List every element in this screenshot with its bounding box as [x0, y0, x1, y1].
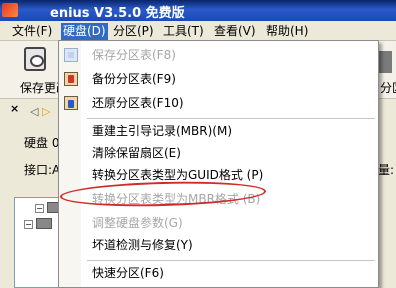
menu-item-bad-sector-check[interactable]: 坏道检测与修复(Y): [59, 233, 378, 257]
menu-item-clear-reserved-sectors[interactable]: 清除保留扇区(E): [59, 141, 378, 165]
menu-help[interactable]: 帮助(H): [264, 23, 310, 40]
disk-icon: [36, 218, 52, 229]
menu-item-label: 还原分区表(F10): [92, 96, 184, 110]
menu-disk[interactable]: 硬盘(D): [61, 23, 108, 40]
menu-item-quick-partition[interactable]: 快速分区(F6): [59, 261, 378, 285]
nav-forward-icon[interactable]: ▷: [42, 105, 50, 118]
save-changes-button[interactable]: 保存更改: [0, 45, 68, 95]
partition-toolbar-label: 分区: [380, 81, 396, 95]
nav-arrows[interactable]: ◁ ▷: [30, 105, 50, 118]
menu-item-rebuild-mbr[interactable]: 重建主引导记录(MBR)(M): [59, 119, 378, 143]
close-icon[interactable]: ×: [10, 102, 19, 115]
menu-item-save-partition-table[interactable]: 保存分区表(F8): [59, 43, 378, 67]
menu-item-label: 调整硬盘参数(G): [92, 216, 183, 230]
disk-menu-dropdown: 保存分区表(F8) 备份分区表(F9) 还原分区表(F10) 重建主引导记录(M…: [58, 40, 379, 288]
port-label: 接口:A: [24, 163, 61, 177]
menu-item-label: 重建主引导记录(MBR)(M): [92, 124, 233, 138]
menu-item-adjust-disk-params[interactable]: 调整硬盘参数(G): [59, 211, 378, 235]
backup-icon: [64, 72, 78, 86]
menu-file[interactable]: 文件(F): [10, 23, 54, 40]
tree-collapse-icon[interactable]: −: [24, 220, 33, 229]
app-icon: [2, 3, 18, 17]
save-changes-icon: [24, 47, 46, 71]
menu-item-backup-partition-table[interactable]: 备份分区表(F9): [59, 67, 378, 91]
tree-collapse-icon[interactable]: −: [35, 204, 44, 213]
window-title: enius V3.5.0 免费版: [50, 6, 185, 21]
menu-item-label: 快速分区(F6): [92, 266, 164, 280]
menu-view[interactable]: 查看(V): [212, 23, 258, 40]
menu-item-restore-partition-table[interactable]: 还原分区表(F10): [59, 91, 378, 115]
menu-partition[interactable]: 分区(P): [111, 23, 156, 40]
menu-item-label: 坏道检测与修复(Y): [92, 238, 193, 252]
capacity-label: 量:: [378, 163, 395, 177]
menu-bar: 文件(F) 硬盘(D) 分区(P) 工具(T) 查看(V) 帮助(H): [0, 21, 396, 41]
disk-label: 硬盘 0: [24, 136, 60, 150]
save-disk-icon: [64, 48, 78, 62]
title-bar: enius V3.5.0 免费版: [0, 0, 396, 21]
partition-toolbar-icon[interactable]: [378, 51, 392, 73]
restore-icon: [64, 96, 78, 110]
disk-tree[interactable]: − −: [14, 197, 64, 288]
menu-item-label: 清除保留扇区(E): [92, 146, 181, 160]
menu-item-label: 保存分区表(F8): [92, 48, 176, 62]
menu-item-label: 备份分区表(F9): [92, 72, 176, 86]
menu-tools[interactable]: 工具(T): [161, 23, 206, 40]
